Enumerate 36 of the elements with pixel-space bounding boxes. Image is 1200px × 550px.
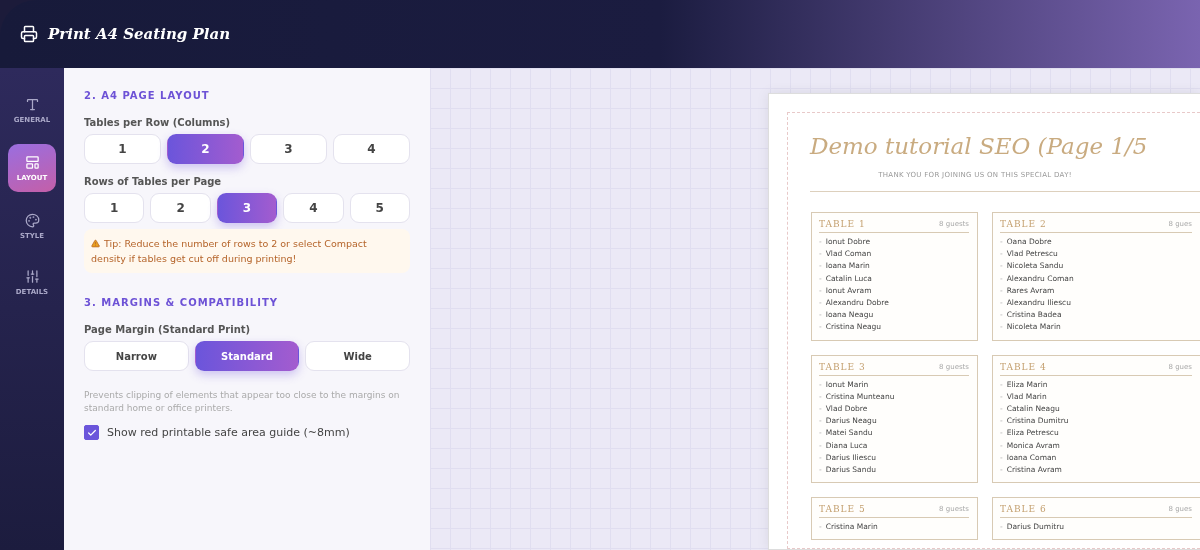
option-button[interactable]: Standard — [194, 341, 300, 371]
warning-icon — [91, 239, 100, 248]
letter-t-icon — [24, 96, 40, 112]
check-icon — [86, 427, 97, 438]
printer-icon — [20, 25, 38, 43]
field-label: Rows of Tables per Page — [84, 176, 223, 187]
option-button[interactable]: 4 — [333, 134, 410, 164]
option-button[interactable]: 1 — [84, 134, 161, 164]
option-button[interactable]: 4 — [283, 193, 344, 223]
table-name: TABLE 3 — [819, 361, 866, 372]
section-heading: 3. MARGINS & COMPATIBILITY — [84, 297, 280, 308]
table-name: TABLE 1 — [819, 219, 866, 229]
layout-icon — [24, 154, 40, 170]
palette-icon — [24, 212, 40, 228]
sliders-icon — [24, 268, 40, 284]
option-button[interactable]: 1 — [84, 193, 145, 223]
option-button[interactable]: 2 — [167, 134, 244, 164]
option-button[interactable]: 2 — [150, 193, 211, 223]
field-label: Page Margin (Standard Print) — [84, 324, 252, 335]
option-button[interactable]: 5 — [349, 193, 410, 223]
table-name: TABLE 4 — [1000, 361, 1047, 372]
option-button[interactable]: Wide — [305, 341, 410, 371]
table-name: TABLE 6 — [1000, 504, 1047, 515]
checkbox-label: Show red printable safe area guide (~8mm) — [107, 426, 350, 439]
page-title: Demo tutorial SEO (Page 1/5 — [810, 133, 1149, 159]
app-title: Print A4 Seating Plan — [48, 25, 231, 43]
option-button[interactable]: Narrow — [84, 341, 189, 371]
field-label: Tables per Row (Columns) — [84, 117, 232, 128]
option-button[interactable]: 3 — [250, 134, 327, 164]
tip-message: Tip: Reduce the number of rows to 2 or select Compact density if tables get cut off during printing! — [84, 229, 410, 273]
help-text: Prevents clipping of elements that appear too close to the margins on standard home or office printers. — [84, 389, 401, 415]
table-name: TABLE 2 — [1000, 219, 1047, 229]
section-heading: 2. A4 PAGE LAYOUT — [84, 90, 211, 101]
checkbox[interactable] — [84, 425, 99, 440]
option-button[interactable]: 3 — [216, 193, 278, 223]
table-name: TABLE 5 — [819, 504, 866, 515]
